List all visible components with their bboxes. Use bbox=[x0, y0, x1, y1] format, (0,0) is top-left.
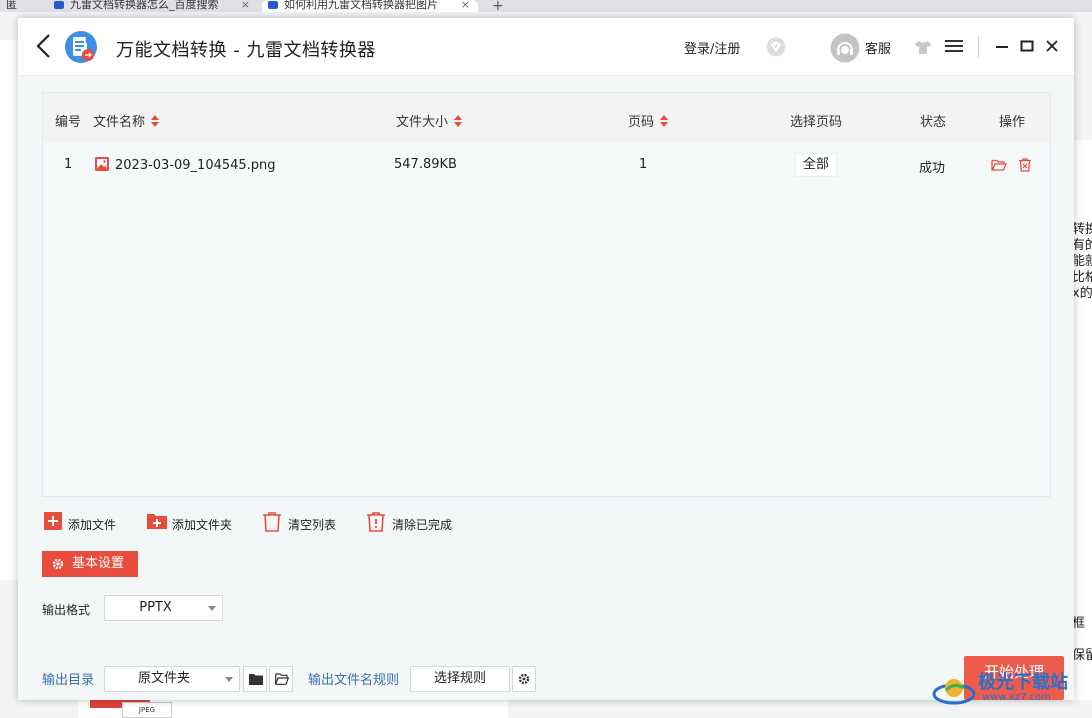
browser-tab-label: 如何利用九雷文档转换器把图片 bbox=[284, 0, 438, 11]
output-format-value: PPTX bbox=[139, 600, 172, 615]
table-row[interactable]: 1 2023-03-09_104545.png 547.89KB 1 全部 成功 bbox=[43, 145, 1050, 185]
title-separator bbox=[978, 36, 979, 58]
browser-tab-label: 九雷文档转换器怎么_百度搜索 bbox=[70, 0, 219, 11]
customer-service-avatar-icon[interactable] bbox=[830, 33, 860, 63]
browser-tabbar: 匿 九雷文档转换器怎么_百度搜索 × 如何利用九雷文档转换器把图片 × + bbox=[0, 0, 1092, 12]
rule-settings-button[interactable] bbox=[512, 666, 536, 692]
app-window: D 万能文档转换 - 九雷文档转换器 登录/注册 V 客服 编号 文件名称 文件… bbox=[18, 18, 1074, 700]
header-actions: 操作 bbox=[999, 115, 1026, 130]
delete-trash-icon[interactable] bbox=[1017, 157, 1033, 173]
favicon-icon bbox=[268, 1, 278, 9]
app-title: 万能文档转换 - 九雷文档转换器 bbox=[116, 40, 376, 61]
close-icon[interactable]: × bbox=[241, 0, 250, 10]
background-text: 转换 bbox=[1072, 222, 1092, 237]
sort-icon[interactable] bbox=[659, 114, 669, 128]
watermark-url: www.xz7.com bbox=[982, 692, 1051, 703]
browser-tab[interactable]: 匿 bbox=[0, 0, 42, 12]
site-watermark: 极光下载站 www.xz7.com bbox=[932, 664, 1092, 718]
chevron-down-icon bbox=[208, 606, 216, 611]
browser-tab-label: 匿 bbox=[6, 0, 17, 11]
output-format-select[interactable]: PPTX bbox=[104, 595, 223, 621]
output-format-label: 输出格式 bbox=[42, 603, 91, 617]
gear-icon bbox=[52, 558, 64, 570]
add-file-button[interactable]: 添加文件 bbox=[44, 512, 122, 534]
output-dir-select[interactable]: 原文件夹 bbox=[104, 666, 240, 692]
app-logo-icon: D bbox=[65, 31, 97, 63]
clear-completed-icon bbox=[367, 512, 385, 532]
watermark-text: 极光下载站 bbox=[978, 672, 1068, 693]
clear-completed-button[interactable]: 清除已完成 bbox=[366, 512, 458, 534]
new-tab-icon[interactable]: + bbox=[492, 0, 504, 12]
sort-icon[interactable] bbox=[453, 114, 463, 128]
background-jpeg-card: JPEG bbox=[122, 702, 172, 718]
file-table: 编号 文件名称 文件大小 页码 选择页码 状态 操作 1 2023-03-09_… bbox=[42, 92, 1051, 497]
sort-icon[interactable] bbox=[150, 114, 160, 128]
browse-folder-button[interactable] bbox=[243, 666, 267, 692]
vip-diamond-icon[interactable]: V bbox=[766, 37, 786, 57]
background-text: 框 bbox=[1072, 616, 1086, 631]
favicon-icon bbox=[54, 1, 64, 9]
choose-rule-button[interactable]: 选择规则 bbox=[410, 666, 510, 692]
basic-settings-button[interactable]: 基本设置 bbox=[42, 551, 138, 577]
clear-completed-label: 清除已完成 bbox=[392, 518, 453, 532]
header-pages[interactable]: 页码 bbox=[628, 111, 669, 130]
cell-status: 成功 bbox=[919, 161, 946, 176]
clear-list-label: 清空列表 bbox=[288, 518, 337, 532]
menu-hamburger-icon[interactable] bbox=[945, 38, 963, 54]
svg-text:V: V bbox=[774, 44, 778, 50]
header-status: 状态 bbox=[920, 115, 947, 130]
header-select-pages: 选择页码 bbox=[790, 115, 843, 130]
add-folder-button[interactable]: 添加文件夹 bbox=[147, 512, 239, 534]
gear-icon bbox=[518, 673, 530, 685]
background-text: 比格 bbox=[1072, 270, 1092, 285]
background-left-panel bbox=[0, 40, 18, 580]
cell-index: 1 bbox=[64, 157, 73, 172]
add-file-label: 添加文件 bbox=[68, 518, 117, 532]
open-folder-icon bbox=[275, 673, 289, 685]
shirt-skin-icon[interactable] bbox=[914, 38, 932, 56]
filename-rule-label: 输出文件名规则 bbox=[308, 673, 400, 688]
header-pages-label: 页码 bbox=[628, 115, 655, 130]
basic-settings-label: 基本设置 bbox=[72, 556, 125, 571]
svg-text:D: D bbox=[85, 36, 92, 45]
image-file-icon bbox=[95, 157, 109, 171]
close-icon[interactable]: × bbox=[461, 0, 470, 10]
header-filename-label: 文件名称 bbox=[93, 115, 146, 130]
page-range-select[interactable]: 全部 bbox=[795, 153, 837, 177]
cell-pages: 1 bbox=[639, 157, 648, 172]
minimize-icon[interactable] bbox=[994, 38, 1010, 54]
chevron-down-icon bbox=[225, 677, 233, 682]
add-file-icon bbox=[44, 512, 62, 530]
output-dir-value: 原文件夹 bbox=[137, 671, 190, 686]
login-register-link[interactable]: 登录/注册 bbox=[684, 38, 740, 57]
customer-service-label[interactable]: 客服 bbox=[865, 38, 891, 57]
output-dir-label: 输出目录 bbox=[42, 673, 95, 688]
table-header: 编号 文件名称 文件大小 页码 选择页码 状态 操作 bbox=[43, 93, 1050, 142]
browser-tab-active[interactable]: 如何利用九雷文档转换器把图片 × bbox=[262, 0, 478, 12]
header-filesize-label: 文件大小 bbox=[396, 115, 449, 130]
browser-tab[interactable]: 九雷文档转换器怎么_百度搜索 × bbox=[48, 0, 258, 12]
trash-icon bbox=[263, 512, 281, 532]
add-folder-icon bbox=[147, 514, 167, 529]
background-text: 有的 bbox=[1072, 238, 1092, 253]
add-folder-label: 添加文件夹 bbox=[172, 518, 233, 532]
cell-filename-text: 2023-03-09_104545.png bbox=[115, 158, 276, 173]
maximize-icon[interactable] bbox=[1019, 38, 1035, 54]
back-arrow-icon[interactable] bbox=[32, 32, 56, 60]
open-output-folder-button[interactable] bbox=[269, 666, 293, 692]
header-index: 编号 bbox=[55, 115, 82, 130]
close-icon[interactable] bbox=[1044, 38, 1060, 54]
watermark-logo-icon bbox=[932, 679, 976, 705]
open-folder-icon[interactable] bbox=[991, 157, 1007, 173]
clear-list-button[interactable]: 清空列表 bbox=[262, 512, 342, 534]
background-text: x的 bbox=[1072, 286, 1092, 301]
background-text: 保留 bbox=[1072, 648, 1092, 663]
header-filename[interactable]: 文件名称 bbox=[93, 111, 160, 130]
title-bar: D 万能文档转换 - 九雷文档转换器 登录/注册 V 客服 bbox=[18, 18, 1074, 76]
cell-filesize: 547.89KB bbox=[394, 157, 457, 172]
cell-filename: 2023-03-09_104545.png bbox=[95, 157, 276, 173]
header-filesize[interactable]: 文件大小 bbox=[396, 111, 463, 130]
folder-icon bbox=[249, 674, 263, 685]
background-text: 能就 bbox=[1072, 254, 1092, 269]
